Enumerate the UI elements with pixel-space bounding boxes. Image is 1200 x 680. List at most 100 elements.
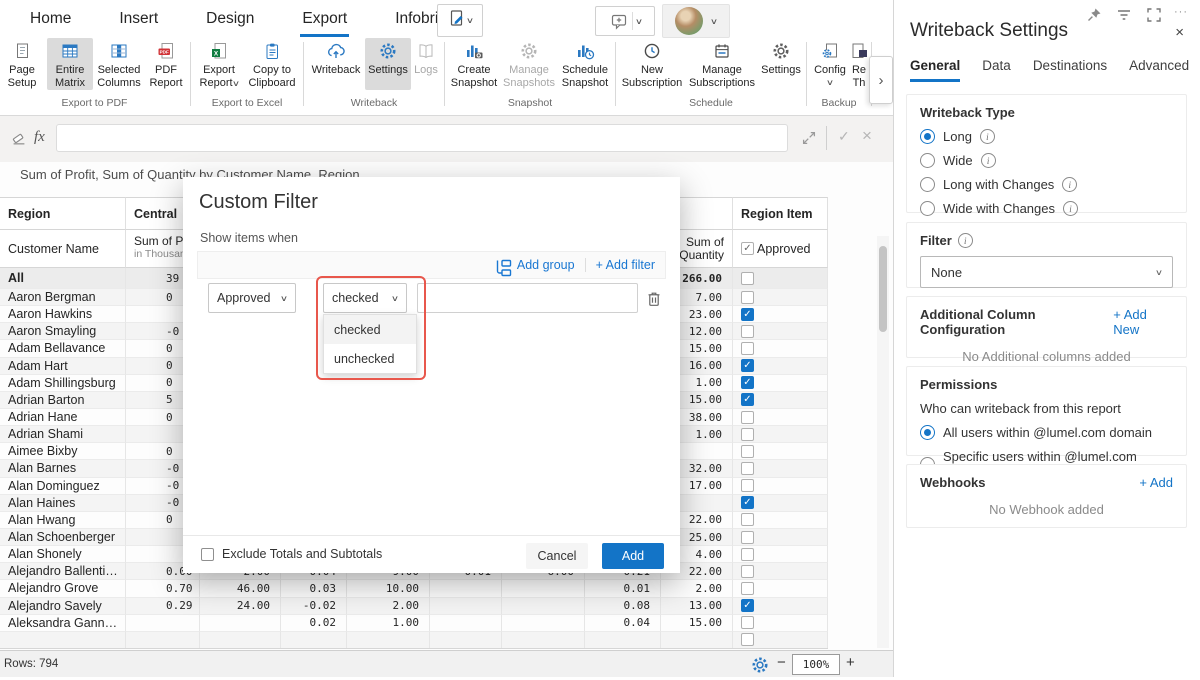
row-label[interactable]: Aaron Hawkins (0, 306, 126, 323)
add-webhook-link[interactable]: + Add (1139, 475, 1173, 490)
panel-tab-data[interactable]: Data (982, 58, 1011, 82)
radio-button[interactable] (920, 425, 935, 440)
approved-checkbox[interactable] (741, 633, 754, 646)
cell-sq[interactable] (502, 615, 585, 632)
row-label[interactable]: Aimee Bixby (0, 443, 126, 460)
radio-option-wide[interactable]: Widei (920, 153, 1173, 168)
filter-field-select[interactable]: Approved ∨ (208, 283, 296, 313)
focus-mode-icon[interactable] (1144, 5, 1164, 18)
ribbon-tab-insert[interactable]: Insert (117, 8, 160, 37)
cell-eq[interactable]: 10.00 (347, 580, 430, 597)
cell-ep[interactable]: 0.03 (281, 580, 347, 597)
row-label[interactable]: Alan Barnes (0, 460, 126, 477)
panel-tab-general[interactable]: General (910, 58, 960, 82)
expand-icon[interactable] (800, 129, 818, 147)
create-snapshot-button[interactable]: CreateSnapshot (448, 38, 500, 90)
ribbon-tab-home[interactable]: Home (28, 8, 73, 37)
exclude-totals-option[interactable]: Exclude Totals and Subtotals (201, 547, 382, 561)
zoom-level[interactable]: 100% (792, 654, 840, 675)
approved-checkbox[interactable]: ✓ (741, 393, 754, 406)
pin-icon[interactable] (1084, 5, 1104, 18)
operator-option-unchecked[interactable]: unchecked (324, 344, 416, 373)
radio-button[interactable] (920, 129, 935, 144)
close-icon[interactable]: × (1175, 24, 1184, 41)
cell-ep[interactable] (281, 632, 347, 649)
approved-checkbox[interactable]: ✓ (741, 359, 754, 372)
approved-checkbox[interactable] (741, 462, 754, 475)
writeback-button[interactable]: Writeback (307, 38, 365, 90)
approved-checkbox[interactable] (741, 291, 754, 304)
cell-wp[interactable]: 0.04 (585, 615, 661, 632)
radio-option-all-users-within-lumel-com-domain[interactable]: All users within @lumel.com domain (920, 425, 1173, 440)
panel-tab-destinations[interactable]: Destinations (1033, 58, 1107, 82)
cell-sp[interactable] (430, 598, 502, 615)
row-label[interactable]: Alan Schoenberger (0, 529, 126, 546)
re-th-button[interactable]: ReTh (850, 38, 868, 90)
user-menu[interactable]: ∨ (662, 4, 730, 38)
approved-checkbox[interactable] (741, 616, 754, 629)
row-label[interactable]: Aleksandra Gann… (0, 615, 126, 632)
new-subscription-button[interactable]: NewSubscription (619, 38, 685, 90)
cell-qty[interactable]: 13.00 (661, 598, 733, 615)
chevron-down-icon[interactable]: ∨ (634, 17, 642, 26)
add-group-link[interactable]: Add group (493, 258, 575, 272)
ribbon-tab-export[interactable]: Export (300, 8, 349, 37)
ribbon-tab-design[interactable]: Design (204, 8, 256, 37)
settings-button[interactable]: Settings (759, 38, 803, 90)
cell-sp[interactable] (430, 615, 502, 632)
zoom-in-button[interactable]: + (846, 654, 855, 671)
selected-columns-button[interactable]: SelectedColumns (93, 38, 145, 90)
cell-cp[interactable]: 0.29 (126, 598, 200, 615)
cell-cq[interactable] (200, 632, 281, 649)
row-label[interactable]: Adam Bellavance (0, 340, 126, 357)
row-label[interactable]: Alejandro Savely (0, 598, 126, 615)
cell-sq[interactable] (502, 598, 585, 615)
filter-operator-select[interactable]: checked ∨ (323, 283, 407, 313)
info-icon[interactable]: i (958, 233, 973, 248)
panel-tab-advanced[interactable]: Advanced (1129, 58, 1189, 82)
cancel-x-icon[interactable]: × (862, 126, 872, 146)
cell-wp[interactable]: 0.01 (585, 580, 661, 597)
approved-checkbox[interactable] (741, 582, 754, 595)
row-label[interactable]: Aaron Bergman (0, 289, 126, 306)
cell-cq[interactable]: 24.00 (200, 598, 281, 615)
add-new-link[interactable]: + Add New (1113, 307, 1173, 337)
cell-eq[interactable]: 2.00 (347, 598, 430, 615)
approved-checkbox[interactable] (741, 428, 754, 441)
cell-sq[interactable] (502, 580, 585, 597)
cell-cp[interactable] (126, 615, 200, 632)
copy-to-clipboard-button[interactable]: Copy toClipboard (244, 38, 300, 90)
export-report-button[interactable]: XExportReport ∨ (194, 38, 244, 90)
info-icon[interactable]: i (1062, 177, 1077, 192)
row-label[interactable]: Aaron Smayling (0, 323, 126, 340)
cell-cp[interactable]: 0.70 (126, 580, 200, 597)
formula-input[interactable] (56, 124, 788, 152)
approved-checkbox[interactable] (741, 548, 754, 561)
ribbon-scroll-right-button[interactable]: › (869, 56, 893, 104)
row-label[interactable]: Adam Shillingsburg (0, 375, 126, 392)
cell-cq[interactable] (200, 615, 281, 632)
more-options-icon[interactable]: ··· (1174, 6, 1188, 18)
row-label[interactable]: Adrian Barton (0, 392, 126, 409)
row-label[interactable]: Adrian Shami (0, 426, 126, 443)
filter-value-input[interactable] (417, 283, 638, 313)
operator-option-checked[interactable]: checked (324, 315, 416, 344)
radio-option-long[interactable]: Longi (920, 129, 1173, 144)
confirm-icon[interactable]: ✓ (838, 128, 850, 145)
approved-checkbox[interactable]: ✓ (741, 308, 754, 321)
manage-subscriptions-button[interactable]: ManageSubscriptions (685, 38, 759, 90)
approved-checkbox[interactable]: ✓ (741, 496, 754, 509)
filter-icon[interactable] (1114, 5, 1134, 18)
add-button[interactable]: Add (602, 543, 664, 569)
table-settings-gear-icon[interactable] (750, 655, 770, 680)
row-label[interactable]: Adam Hart (0, 358, 126, 375)
cell-cp[interactable] (126, 632, 200, 649)
approved-checkbox[interactable] (741, 342, 754, 355)
info-icon[interactable]: i (980, 129, 995, 144)
approved-checkbox[interactable] (741, 531, 754, 544)
settings-button[interactable]: Settings (365, 38, 411, 90)
approved-checkbox[interactable] (741, 272, 754, 285)
row-label[interactable]: All (0, 268, 126, 289)
exclude-totals-checkbox[interactable] (201, 548, 214, 561)
zoom-out-button[interactable]: − (777, 654, 786, 671)
